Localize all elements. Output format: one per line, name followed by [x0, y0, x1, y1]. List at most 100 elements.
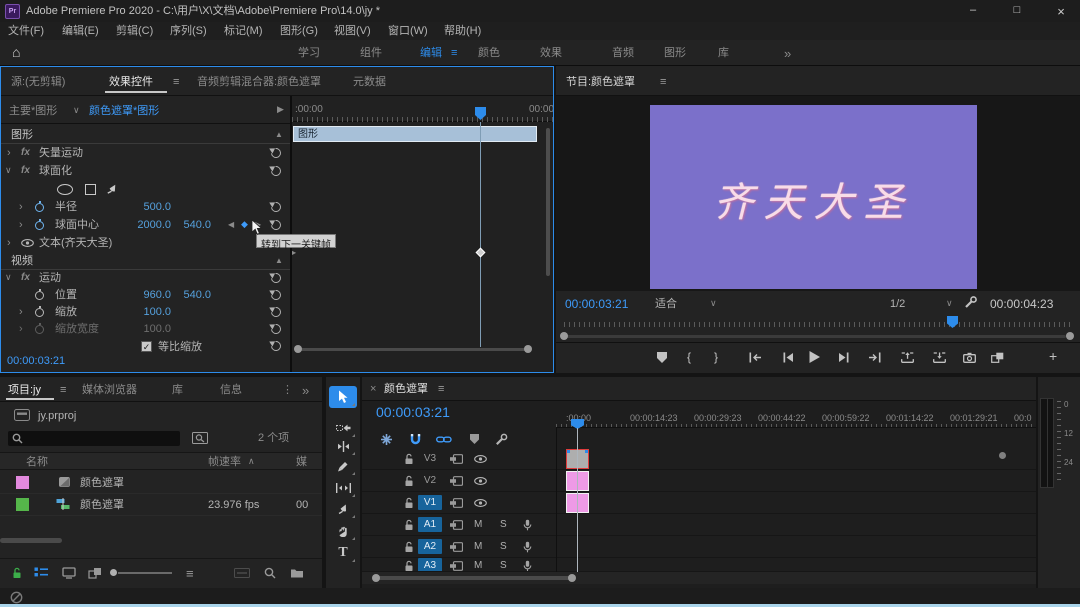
- workspace-menu-icon[interactable]: ≡: [451, 48, 457, 59]
- param-value-x[interactable]: 960.0: [129, 290, 171, 301]
- timeline-ruler[interactable]: :00:00 00:00:14:23 00:00:29:23 00:00:44:…: [556, 410, 1036, 428]
- prev-keyframe-button[interactable]: ◀: [228, 221, 234, 229]
- track-name-a3[interactable]: A3: [418, 558, 442, 572]
- chevron-down-icon[interactable]: ∨: [946, 299, 953, 308]
- expand-icon[interactable]: ›: [7, 148, 11, 159]
- scrollbar-handle-right[interactable]: [524, 345, 532, 353]
- find-in-bin-icon[interactable]: [192, 430, 208, 444]
- home-icon[interactable]: ⌂: [12, 45, 20, 59]
- automate-to-sequence-icon[interactable]: [234, 568, 250, 578]
- param-row-sphere-center[interactable]: › 球面中心 2000.0 540.0 ◀ ◆ ▶: [1, 217, 291, 234]
- expand-icon[interactable]: ›: [19, 324, 23, 335]
- track-name-a2[interactable]: A2: [418, 539, 442, 554]
- source-patch-icon[interactable]: [450, 542, 463, 552]
- source-patch-icon[interactable]: [450, 498, 463, 508]
- eye-icon[interactable]: [21, 239, 34, 247]
- workspace-tab-editing[interactable]: 编辑: [420, 48, 442, 59]
- collapse-icon[interactable]: ▲: [275, 131, 283, 139]
- more-panels-icon[interactable]: ⋮: [282, 385, 293, 396]
- button-editor-button[interactable]: +: [1049, 349, 1057, 363]
- label-color-swatch[interactable]: [16, 476, 29, 489]
- close-button[interactable]: ×: [1046, 5, 1076, 18]
- reset-button[interactable]: [269, 339, 283, 353]
- program-current-timecode[interactable]: 00:00:03:21: [565, 298, 628, 310]
- effect-row-spherize[interactable]: ∨ fx 球面化: [1, 163, 291, 180]
- scrollbar-handle-left[interactable]: [560, 332, 568, 340]
- ellipse-mask-icon[interactable]: [57, 184, 73, 195]
- param-value-y[interactable]: 540.0: [173, 220, 211, 231]
- pen-tool[interactable]: [329, 498, 357, 520]
- scrollbar-handle-right[interactable]: [1066, 332, 1074, 340]
- panel-menu-icon[interactable]: ≡: [438, 384, 444, 395]
- param-row-scale[interactable]: › 缩放 100.0: [1, 304, 291, 321]
- menu-file[interactable]: 文件(F): [8, 26, 44, 37]
- collapse-icon[interactable]: ▲: [275, 257, 283, 265]
- stopwatch-icon[interactable]: [35, 203, 44, 212]
- reset-button[interactable]: [269, 305, 283, 319]
- razor-tool[interactable]: [329, 455, 357, 477]
- project-hscrollbar[interactable]: [0, 538, 62, 543]
- add-keyframe-button[interactable]: ◆: [241, 220, 248, 229]
- meter-bars[interactable]: [1040, 398, 1054, 488]
- mute-button[interactable]: M: [474, 520, 482, 530]
- source-patch-icon[interactable]: [450, 454, 463, 464]
- track-output-eye-icon[interactable]: [474, 477, 487, 485]
- param-value[interactable]: 500.0: [129, 202, 171, 213]
- program-time-ruler[interactable]: [564, 322, 1072, 327]
- track-lock-icon[interactable]: [404, 453, 414, 465]
- param-row-scale-width[interactable]: › 缩放宽度 100.0: [1, 321, 291, 338]
- scrollbar-handle-left[interactable]: [372, 574, 380, 582]
- source-patch-icon[interactable]: [450, 520, 463, 530]
- solo-button[interactable]: S: [500, 542, 507, 552]
- nest-toggle-icon[interactable]: [380, 433, 393, 446]
- chevron-down-icon[interactable]: ∨: [710, 299, 717, 308]
- comparison-view-button[interactable]: [991, 352, 1004, 363]
- project-row-matte[interactable]: 颜色遮罩: [0, 472, 322, 494]
- linked-selection-icon[interactable]: [436, 435, 452, 444]
- maximize-button[interactable]: □: [1002, 5, 1032, 16]
- zoom-slider-handle[interactable]: [110, 569, 117, 576]
- fit-dropdown[interactable]: 适合: [655, 299, 677, 310]
- workspace-tab-effects[interactable]: 效果: [540, 48, 562, 59]
- collapse-open-icon[interactable]: ∨: [5, 166, 12, 175]
- section-row-video[interactable]: 视频 ▲: [1, 253, 291, 270]
- track-output-eye-icon[interactable]: [474, 455, 487, 463]
- search-box[interactable]: [8, 431, 180, 446]
- reset-button[interactable]: [269, 288, 283, 302]
- track-output-eye-icon[interactable]: [474, 499, 487, 507]
- panel-menu-icon[interactable]: ≡: [660, 77, 666, 88]
- workspace-tab-learning[interactable]: 学习: [298, 48, 320, 59]
- expand-icon[interactable]: ›: [19, 307, 23, 318]
- workspace-tab-assembly[interactable]: 组件: [360, 48, 382, 59]
- list-view-button[interactable]: [34, 567, 49, 578]
- param-row-uniform-scale[interactable]: ✓ 等比缩放: [1, 338, 291, 355]
- sort-ascending-icon[interactable]: ∧: [248, 457, 255, 466]
- param-value-x[interactable]: 2000.0: [129, 220, 171, 231]
- panel-menu-icon[interactable]: ≡: [60, 385, 66, 396]
- menu-help[interactable]: 帮助(H): [444, 26, 481, 37]
- reset-button[interactable]: [269, 218, 283, 232]
- step-back-button[interactable]: [783, 352, 794, 363]
- go-to-out-button[interactable]: [868, 352, 881, 363]
- menu-view[interactable]: 视图(V): [334, 26, 371, 37]
- track-name-a1[interactable]: A1: [418, 517, 442, 532]
- workspace-tab-graphics[interactable]: 图形: [664, 48, 686, 59]
- uniform-scale-checkbox[interactable]: ✓: [141, 341, 152, 352]
- snap-magnet-icon[interactable]: [409, 433, 422, 446]
- close-tab-icon[interactable]: ×: [370, 384, 376, 395]
- effect-row-motion[interactable]: ∨ fx 运动: [1, 270, 291, 287]
- mute-button[interactable]: M: [474, 561, 482, 571]
- keyframe-diamond[interactable]: [476, 248, 486, 258]
- track-name-v2[interactable]: V2: [418, 473, 442, 488]
- menu-clip[interactable]: 剪辑(C): [116, 26, 153, 37]
- tab-metadata[interactable]: 元数据: [353, 77, 386, 88]
- effect-playhead-line[interactable]: [480, 122, 481, 347]
- play-button[interactable]: [808, 350, 821, 364]
- hand-tool[interactable]: [329, 520, 357, 542]
- column-media-start[interactable]: 媒: [296, 457, 307, 468]
- sync-status-icon[interactable]: [10, 591, 23, 604]
- expand-icon[interactable]: ›: [19, 202, 23, 213]
- extract-button[interactable]: [933, 352, 946, 363]
- effect-timeline-scrollbar[interactable]: [292, 344, 537, 354]
- voiceover-mic-icon[interactable]: [522, 541, 533, 553]
